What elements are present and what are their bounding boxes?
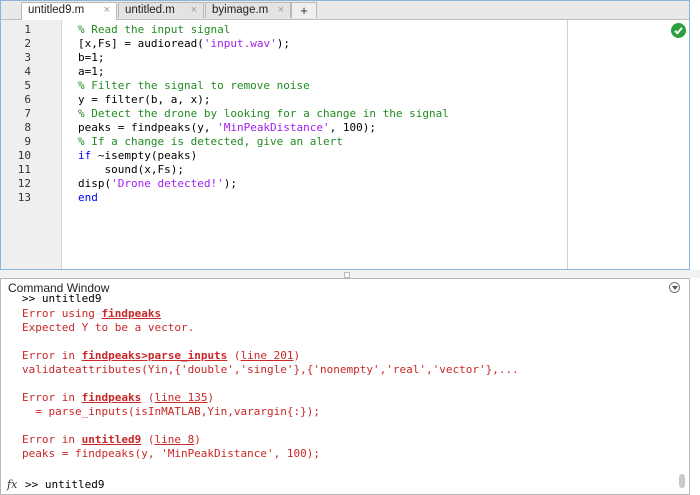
line-number: 11	[17, 163, 31, 176]
error-line: Error using findpeaks	[22, 307, 161, 321]
error-line: Error in findpeaks (line 135)	[22, 391, 214, 405]
line-number: 5	[24, 79, 31, 92]
error-line: Error in findpeaks>parse_inputs (line 20…	[22, 349, 300, 363]
editor-tab-bar: untitled9.m × untitled.m × byimage.m × +	[1, 1, 689, 20]
error-text: )	[207, 391, 215, 404]
line-number: 13	[17, 191, 31, 204]
code-comment: % Read the input signal	[78, 23, 231, 36]
code-comment: % Filter the signal to remove noise	[78, 79, 310, 92]
code-text: , 100);	[329, 121, 377, 134]
error-text: Error in	[22, 391, 82, 404]
code-comment: % If a change is detected, give an alert	[78, 135, 343, 148]
code-line[interactable]: % Detect the drone by looking for a chan…	[78, 107, 449, 121]
error-line: = parse_inputs(isInMATLAB,Yin,varargin{:…	[22, 405, 321, 418]
code-line[interactable]: % If a change is detected, give an alert	[78, 135, 343, 149]
error-line: Expected Y to be a vector.	[22, 321, 195, 334]
line-number-gutter: 1 2 3 4 5 6 7 8 9 10 11 12 13	[1, 20, 62, 269]
editor-panel: untitled9.m × untitled.m × byimage.m × +…	[0, 0, 690, 270]
tab-label: untitled.m	[125, 4, 175, 16]
code-line[interactable]: y = filter(b, a, x);	[78, 93, 210, 107]
output-line: >> untitled9	[22, 292, 102, 305]
tab-untitled9[interactable]: untitled9.m ×	[21, 2, 117, 20]
error-text: (	[141, 433, 155, 446]
code-line[interactable]: % Filter the signal to remove noise	[78, 79, 310, 93]
close-icon[interactable]: ×	[278, 3, 284, 18]
line-number: 12	[17, 177, 31, 190]
error-text: Error in	[22, 433, 82, 446]
error-line: Error in untitled9 (line 8)	[22, 433, 201, 447]
right-text-margin	[567, 20, 568, 269]
line-number: 8	[24, 121, 31, 134]
code-text: sound(x,Fs);	[78, 163, 184, 176]
function-browser-icon[interactable]: fx	[7, 478, 17, 491]
chevron-down-icon[interactable]	[669, 282, 680, 293]
code-text: b=1;	[78, 51, 105, 64]
close-icon[interactable]: ×	[104, 3, 110, 18]
panel-splitter[interactable]	[0, 270, 700, 278]
line-number: 2	[24, 37, 31, 50]
line-link[interactable]: line 135	[154, 391, 207, 404]
line-number: 7	[24, 107, 31, 120]
code-line[interactable]: disp('Drone detected!');	[78, 177, 237, 191]
error-line: validateattributes(Yin,{'double','single…	[22, 363, 519, 376]
error-line: peaks = findpeaks(y, 'MinPeakDistance', …	[22, 447, 321, 460]
code-keyword: if	[78, 149, 92, 162]
line-number: 4	[24, 65, 31, 78]
error-text: )	[194, 433, 201, 446]
checkmark-icon[interactable]	[671, 23, 686, 38]
error-text: (	[141, 391, 155, 404]
code-line[interactable]: peaks = findpeaks(y, 'MinPeakDistance', …	[78, 121, 376, 135]
tab-label: byimage.m	[212, 4, 269, 16]
code-line[interactable]: a=1;	[78, 65, 105, 79]
close-icon[interactable]: ×	[191, 3, 197, 18]
error-link[interactable]: findpeaks	[82, 391, 142, 404]
code-string: 'MinPeakDistance'	[217, 121, 330, 134]
command-prompt[interactable]: fx >> untitled9	[7, 478, 104, 491]
error-link[interactable]: findpeaks>parse_inputs	[82, 349, 228, 362]
command-input[interactable]: >> untitled9	[25, 478, 104, 491]
line-number: 9	[24, 135, 31, 148]
code-string: 'input.wav'	[203, 37, 277, 50]
code-line[interactable]: end	[78, 191, 98, 205]
code-text: a=1;	[78, 65, 105, 78]
new-tab-button[interactable]: +	[291, 2, 317, 18]
code-text: );	[223, 177, 237, 190]
error-text: )	[293, 349, 301, 362]
line-link[interactable]: line 201	[241, 349, 294, 362]
line-number: 1	[24, 23, 31, 36]
scrollbar-thumb[interactable]	[679, 474, 685, 488]
error-link[interactable]: untitled9	[82, 433, 142, 446]
code-text: [x,Fs] = audioread(	[78, 37, 204, 50]
line-number: 3	[24, 51, 31, 64]
line-number: 10	[17, 149, 31, 162]
code-comment: % Detect the drone by looking for a chan…	[78, 107, 449, 120]
line-link[interactable]: line 8	[154, 433, 194, 446]
code-text: peaks = findpeaks(y,	[78, 121, 218, 134]
error-text: (	[227, 349, 241, 362]
tab-byimage[interactable]: byimage.m ×	[205, 2, 291, 18]
code-text: disp(	[78, 177, 112, 190]
code-line[interactable]: % Read the input signal	[78, 23, 230, 37]
code-line[interactable]: [x,Fs] = audioread('input.wav');	[78, 37, 290, 51]
tab-untitled[interactable]: untitled.m ×	[118, 2, 204, 18]
error-link[interactable]: findpeaks	[101, 307, 161, 320]
code-line[interactable]: sound(x,Fs);	[78, 163, 184, 177]
code-text: );	[276, 37, 290, 50]
code-keyword: end	[78, 191, 98, 204]
code-text: ~isempty(peaks)	[91, 149, 198, 162]
code-text: y = filter(b, a, x);	[78, 93, 211, 106]
code-line[interactable]: b=1;	[78, 51, 105, 65]
code-line[interactable]: if ~isempty(peaks)	[78, 149, 197, 163]
error-text: Error using	[22, 307, 102, 320]
error-text: Error in	[22, 349, 82, 362]
command-window[interactable]: Command Window >> untitled9 Error using …	[0, 278, 690, 495]
tab-label: untitled9.m	[28, 4, 85, 16]
code-string: 'Drone detected!'	[111, 177, 224, 190]
code-editor[interactable]: % Read the input signal [x,Fs] = audiore…	[61, 20, 689, 269]
line-number: 6	[24, 93, 31, 106]
